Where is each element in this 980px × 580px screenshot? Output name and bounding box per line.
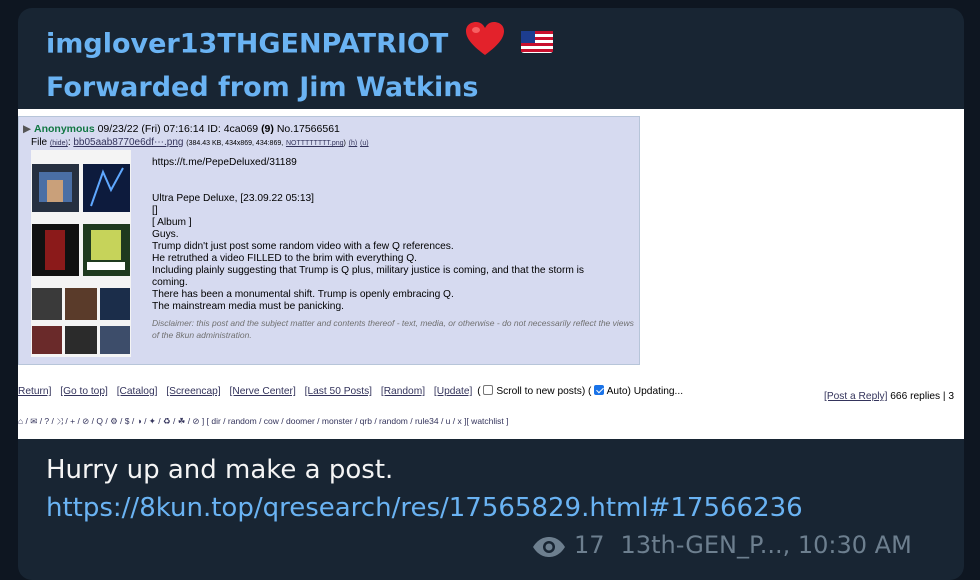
scroll-to-new-posts-label: Scroll to new posts) ( bbox=[496, 386, 592, 397]
scroll-paren: ( bbox=[477, 386, 481, 397]
auto-update-label: Auto) Updating... bbox=[606, 386, 684, 397]
eye-icon bbox=[532, 532, 566, 568]
post-body-line bbox=[152, 181, 632, 193]
nav-screencap[interactable]: [Screencap] bbox=[166, 386, 220, 397]
post-body-line: coming. bbox=[152, 277, 188, 288]
post-header: ▶ Anonymous 09/23/22 (Fri) 07:16:14 ID: … bbox=[23, 123, 340, 135]
poster-id-count: (9) bbox=[261, 123, 274, 135]
reply-area: [Post a Reply] 666 replies | 3 bbox=[824, 391, 954, 402]
post-date: 09/23/22 (Fri) 07:16:14 bbox=[97, 123, 205, 135]
us-flag-icon bbox=[521, 25, 554, 65]
hide-link[interactable]: (hide) bbox=[50, 140, 68, 147]
view-count: 17 bbox=[574, 531, 605, 559]
thread-navbar: Return] [Go to top] [Catalog] [Screencap… bbox=[18, 385, 964, 397]
file-label: File bbox=[31, 137, 48, 148]
nav-go-to-top[interactable]: [Go to top] bbox=[60, 386, 108, 397]
post-link-line[interactable]: https://t.me/PepeDeluxed/31189 bbox=[152, 157, 632, 169]
file-meta-close: ) bbox=[343, 140, 346, 147]
post-body-line: [] bbox=[152, 205, 158, 216]
file-h-link[interactable]: (h) bbox=[349, 140, 358, 147]
poster-name: Anonymous bbox=[34, 123, 95, 135]
board-list[interactable]: ⌂ / ✉ / ? / ⤨ / + / ⊘ / Q / ⚙ / $ / ◑ / … bbox=[18, 416, 509, 427]
message-meta: 17 13th-GEN_P..., 10:30 AM bbox=[532, 527, 912, 568]
post-body-line: There has been a monumental shift. Trump… bbox=[152, 289, 454, 300]
file-info: File (hide): bb05aab8770e6df⋯.png (384.4… bbox=[31, 137, 369, 148]
post-container: ▶ Anonymous 09/23/22 (Fri) 07:16:14 ID: … bbox=[18, 116, 640, 365]
post-a-reply-link[interactable]: [Post a Reply] bbox=[824, 391, 887, 402]
post-body-line: [ Album ] bbox=[152, 217, 192, 228]
reply-count: 666 replies | 3 bbox=[890, 391, 955, 402]
post-body-line: Trump didn't just post some random video… bbox=[152, 241, 454, 252]
message-bubble: imglover13THGENPATRIOT Forwarded from Ji… bbox=[18, 8, 964, 580]
sender-name[interactable]: imglover13THGENPATRIOT bbox=[46, 29, 448, 60]
nav-return[interactable]: Return] bbox=[18, 386, 51, 397]
file-name-link[interactable]: bb05aab8770e6df⋯.png bbox=[73, 137, 183, 148]
post-body: https://t.me/PepeDeluxed/31189 Ultra Pep… bbox=[152, 157, 632, 313]
post-body-line: Ultra Pepe Deluxe, [23.09.22 05:13] bbox=[152, 193, 314, 204]
post-body-line: The mainstream media must be panicking. bbox=[152, 301, 344, 312]
message-text: Hurry up and make a post. bbox=[46, 455, 394, 485]
post-body-line: He retruthed a video FILLED to the brim … bbox=[152, 253, 417, 264]
nav-last-50-posts[interactable]: [Last 50 Posts] bbox=[305, 386, 372, 397]
heart-icon bbox=[465, 22, 504, 68]
post-body-line: Guys. bbox=[152, 229, 179, 240]
message-link[interactable]: https://8kun.top/qresearch/res/17565829.… bbox=[46, 489, 803, 527]
message-time: 10:30 AM bbox=[797, 531, 912, 559]
collapse-arrow-icon[interactable]: ▶ bbox=[23, 123, 31, 135]
nav-random[interactable]: [Random] bbox=[381, 386, 425, 397]
message-header: imglover13THGENPATRIOT Forwarded from Ji… bbox=[46, 22, 554, 108]
file-meta: (384.43 KB, 434x869, 434:869, bbox=[186, 140, 284, 147]
file-u-link[interactable]: (u) bbox=[360, 140, 369, 147]
disclaimer: Disclaimer: this post and the subject ma… bbox=[152, 318, 634, 340]
forwarded-from-label[interactable]: Forwarded from Jim Watkins bbox=[46, 72, 479, 103]
screenshot-image[interactable]: ▶ Anonymous 09/23/22 (Fri) 07:16:14 ID: … bbox=[18, 109, 964, 439]
nav-nerve-center[interactable]: [Nerve Center] bbox=[230, 386, 296, 397]
scroll-to-new-posts-checkbox[interactable] bbox=[483, 385, 494, 395]
nav-update[interactable]: [Update] bbox=[434, 386, 473, 397]
post-body-line bbox=[152, 169, 632, 181]
original-filename-link[interactable]: NOTTTTTTTT.png bbox=[286, 140, 344, 147]
post-number[interactable]: No.17566561 bbox=[277, 123, 340, 135]
post-body-line: Including plainly suggesting that Trump … bbox=[152, 265, 585, 276]
author-signature: 13th-GEN_P..., bbox=[620, 531, 791, 559]
image-thumbnail[interactable] bbox=[31, 150, 131, 357]
nav-catalog[interactable]: [Catalog] bbox=[117, 386, 158, 397]
poster-id-label: ID: bbox=[207, 123, 221, 135]
poster-id[interactable]: 4ca069 bbox=[224, 123, 258, 135]
auto-update-checkbox[interactable] bbox=[594, 385, 605, 395]
